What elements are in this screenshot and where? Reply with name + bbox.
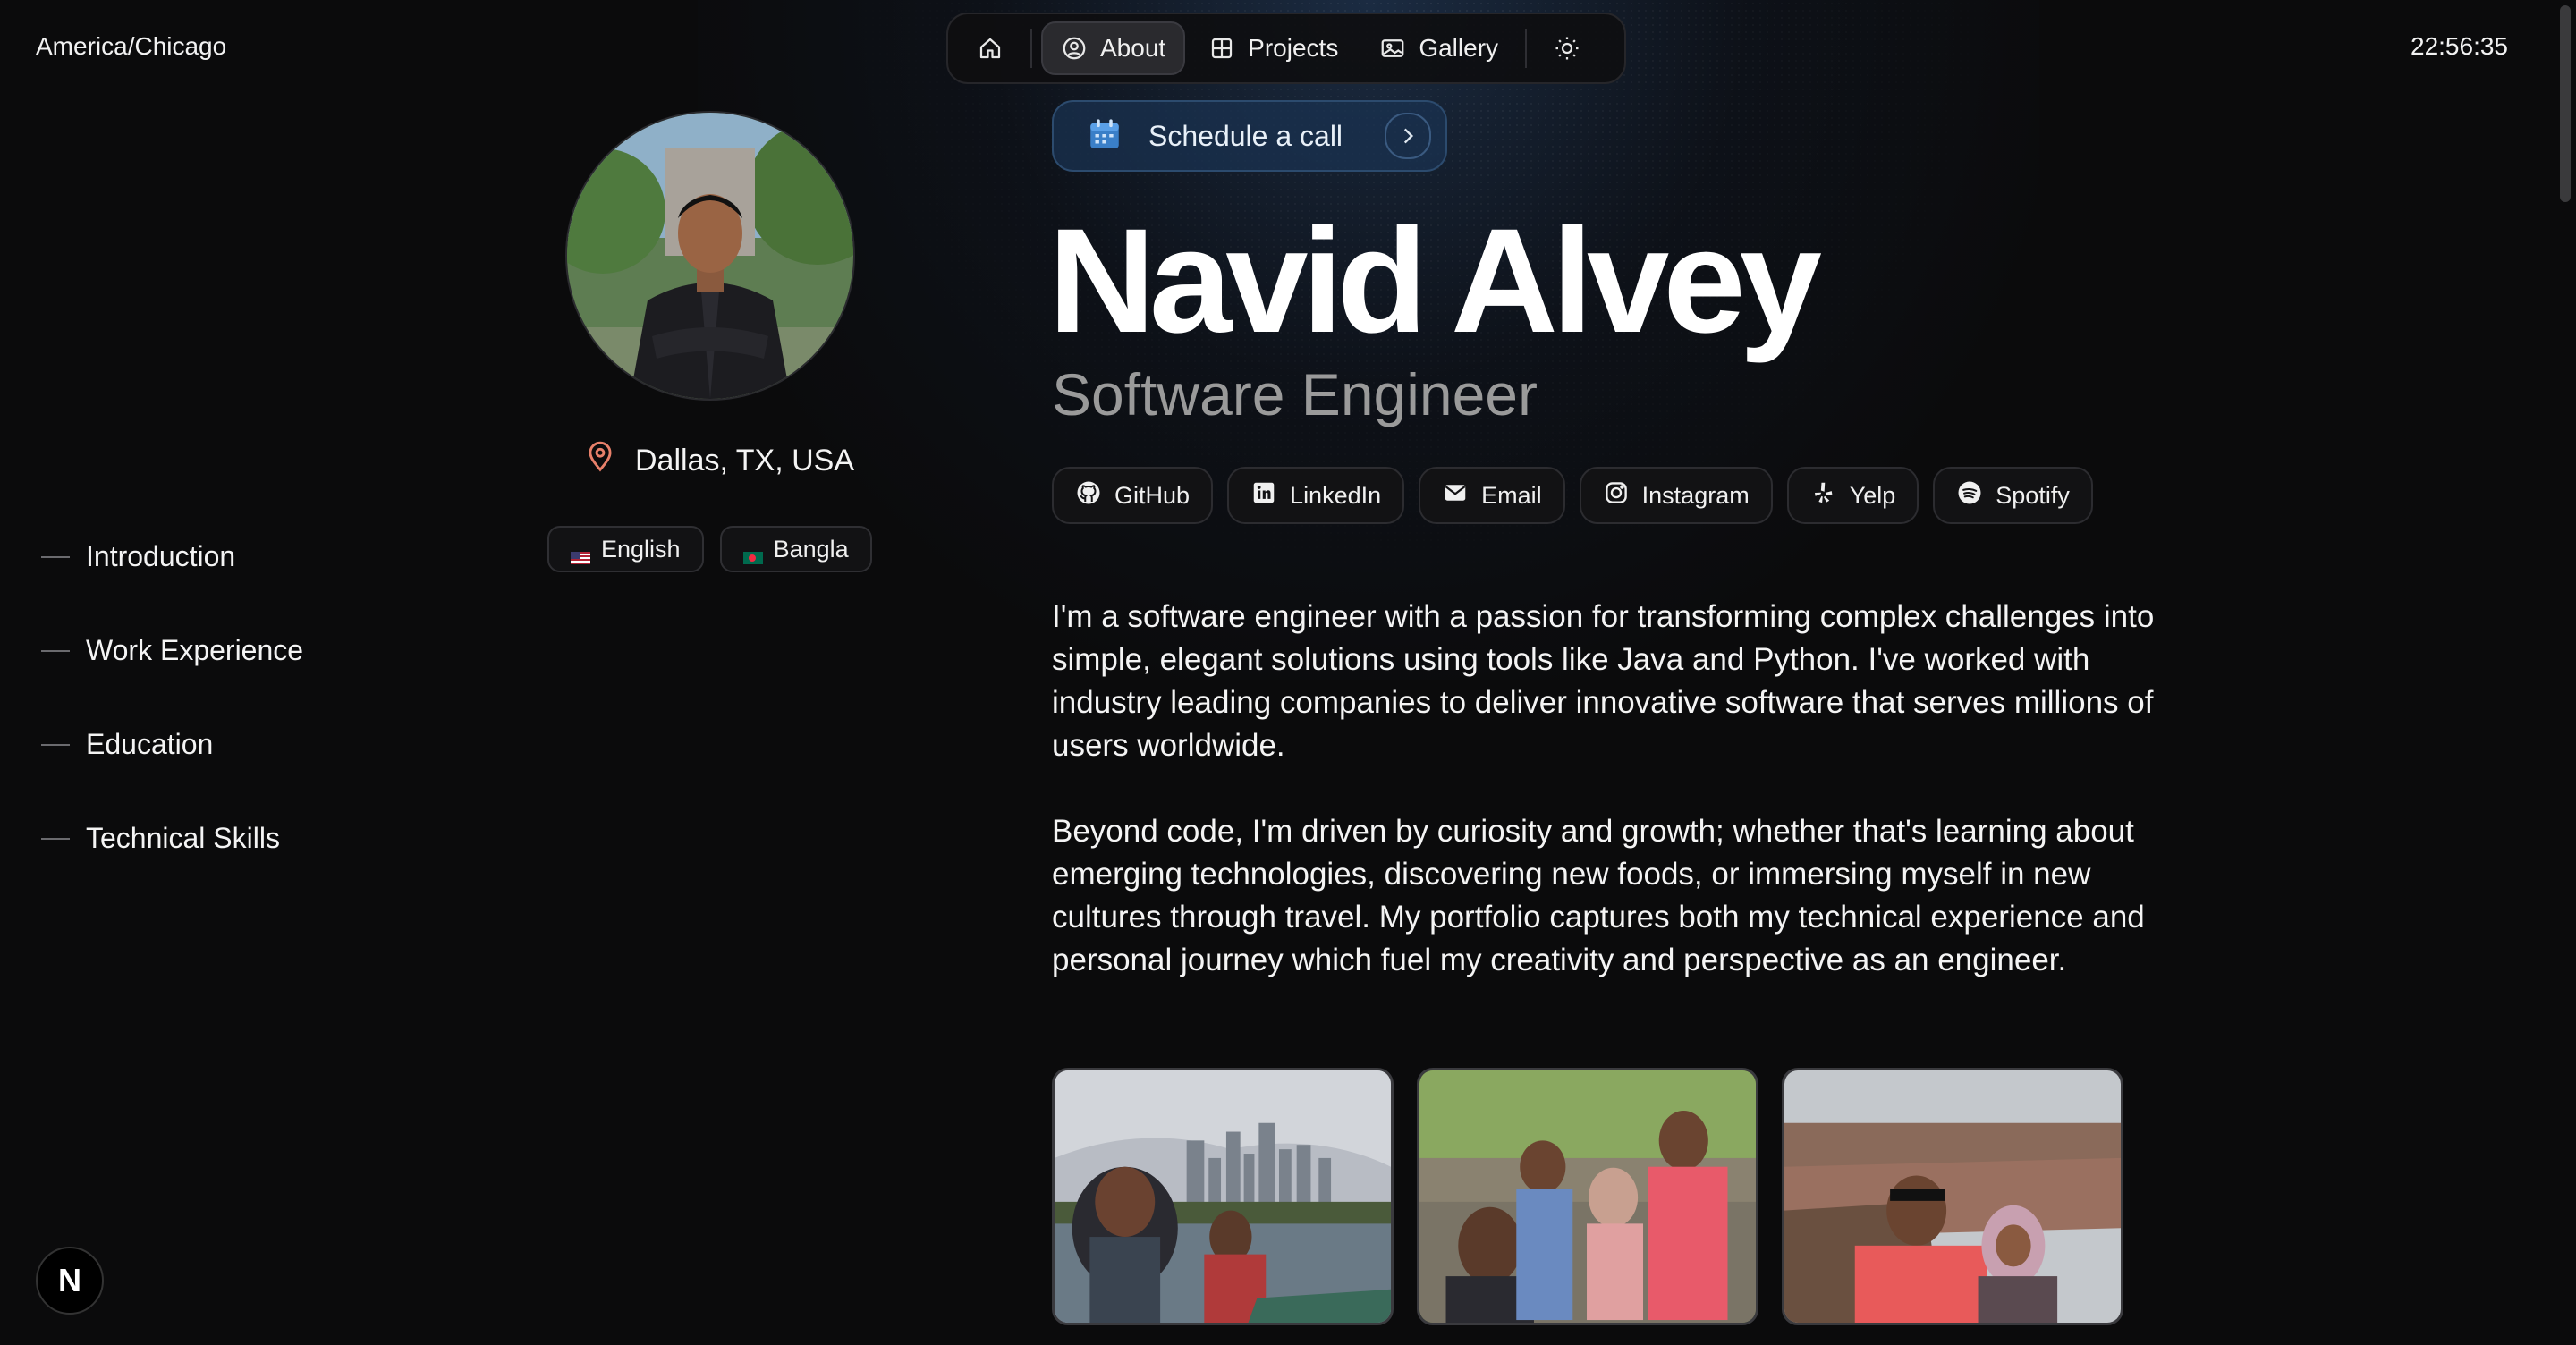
toc-item-introduction[interactable]: Introduction: [41, 510, 303, 604]
toc-item-education[interactable]: Education: [41, 698, 303, 791]
image-icon: [1379, 35, 1406, 62]
nav-home-button[interactable]: [959, 21, 1021, 75]
next-logo-letter: N: [58, 1262, 81, 1298]
top-nav: About Projects Gallery: [946, 13, 1626, 84]
email-link[interactable]: Email: [1419, 467, 1565, 524]
photo-canyon[interactable]: [1782, 1068, 2123, 1325]
github-link[interactable]: GitHub: [1052, 467, 1214, 524]
linkedin-icon: [1250, 479, 1277, 512]
toc-label: Introduction: [86, 540, 236, 572]
language-tag-english: English: [547, 526, 704, 572]
table-of-contents: Introduction Work Experience Education T…: [41, 510, 303, 885]
nav-divider: [1525, 29, 1528, 68]
instagram-icon: [1603, 479, 1630, 512]
home-icon: [977, 35, 1004, 62]
grid-icon: [1208, 35, 1235, 62]
person-circle-icon: [1061, 35, 1088, 62]
photo-kayak-city[interactable]: [1052, 1068, 1394, 1325]
toc-label: Education: [86, 728, 214, 760]
nav-about-label: About: [1100, 34, 1166, 62]
yelp-icon: [1810, 479, 1837, 512]
bio-paragraph: Beyond code, I'm driven by curiosity and…: [1052, 814, 2145, 977]
timezone-label: America/Chicago: [36, 32, 227, 60]
scrollbar-thumb[interactable]: [2560, 5, 2571, 202]
job-title: Software Engineer: [1052, 361, 1538, 427]
github-label: GitHub: [1114, 481, 1191, 509]
scrollbar[interactable]: [2558, 0, 2571, 1345]
schedule-call-button[interactable]: Schedule a call: [1052, 100, 1447, 172]
linkedin-label: LinkedIn: [1290, 481, 1382, 509]
linkedin-link[interactable]: LinkedIn: [1227, 467, 1405, 524]
language-label: Bangla: [773, 535, 849, 563]
yelp-label: Yelp: [1849, 481, 1896, 509]
toc-label: Technical Skills: [86, 822, 280, 854]
sun-icon: [1554, 35, 1580, 62]
location: Dallas, TX, USA: [583, 440, 854, 482]
bio-paragraph: I'm a software engineer with a passion f…: [1052, 599, 2155, 763]
toc-dash: [41, 555, 70, 558]
spotify-label: Spotify: [1996, 481, 2070, 509]
github-icon: [1075, 479, 1102, 512]
photo-group-waterfall[interactable]: [1417, 1068, 1758, 1325]
language-label: English: [601, 535, 681, 563]
toc-item-work-experience[interactable]: Work Experience: [41, 604, 303, 698]
yelp-link[interactable]: Yelp: [1786, 467, 1919, 524]
chevron-right-icon: [1385, 113, 1431, 159]
photo-strip: [1052, 1068, 2123, 1325]
spotify-link[interactable]: Spotify: [1933, 467, 2093, 524]
toc-label: Work Experience: [86, 634, 304, 666]
instagram-label: Instagram: [1641, 481, 1750, 509]
nav-gallery-button[interactable]: Gallery: [1361, 21, 1516, 75]
nav-projects-button[interactable]: Projects: [1191, 21, 1356, 75]
clock: 22:56:35: [2411, 32, 2508, 60]
toc-dash: [41, 837, 70, 840]
map-pin-icon: [583, 440, 617, 482]
us-flag-icon: [571, 543, 590, 564]
instagram-link[interactable]: Instagram: [1579, 467, 1773, 524]
nav-projects-label: Projects: [1248, 34, 1339, 62]
next-logo-badge[interactable]: N: [36, 1247, 104, 1315]
language-tag-bangla: Bangla: [719, 526, 872, 572]
bio: I'm a software engineer with a passion f…: [1052, 596, 2197, 1025]
nav-divider: [1030, 29, 1032, 68]
language-list: English Bangla: [547, 526, 872, 572]
profile-avatar: [565, 111, 855, 401]
theme-toggle-button[interactable]: [1536, 21, 1598, 75]
nav-gallery-label: Gallery: [1419, 34, 1499, 62]
toc-dash: [41, 649, 70, 652]
page-title: Navid Alvey: [1048, 199, 1822, 364]
schedule-call-label: Schedule a call: [1148, 119, 1343, 152]
toc-item-technical-skills[interactable]: Technical Skills: [41, 791, 303, 885]
spotify-icon: [1956, 479, 1983, 512]
email-label: Email: [1481, 481, 1542, 509]
nav-about-button[interactable]: About: [1041, 21, 1186, 75]
social-links: GitHub LinkedIn Email Instagram Yelp Spo…: [1052, 467, 2093, 524]
mail-icon: [1442, 479, 1469, 512]
toc-dash: [41, 743, 70, 746]
location-text: Dallas, TX, USA: [635, 444, 855, 478]
calendar-icon: [1086, 115, 1123, 157]
bd-flag-icon: [742, 543, 763, 564]
